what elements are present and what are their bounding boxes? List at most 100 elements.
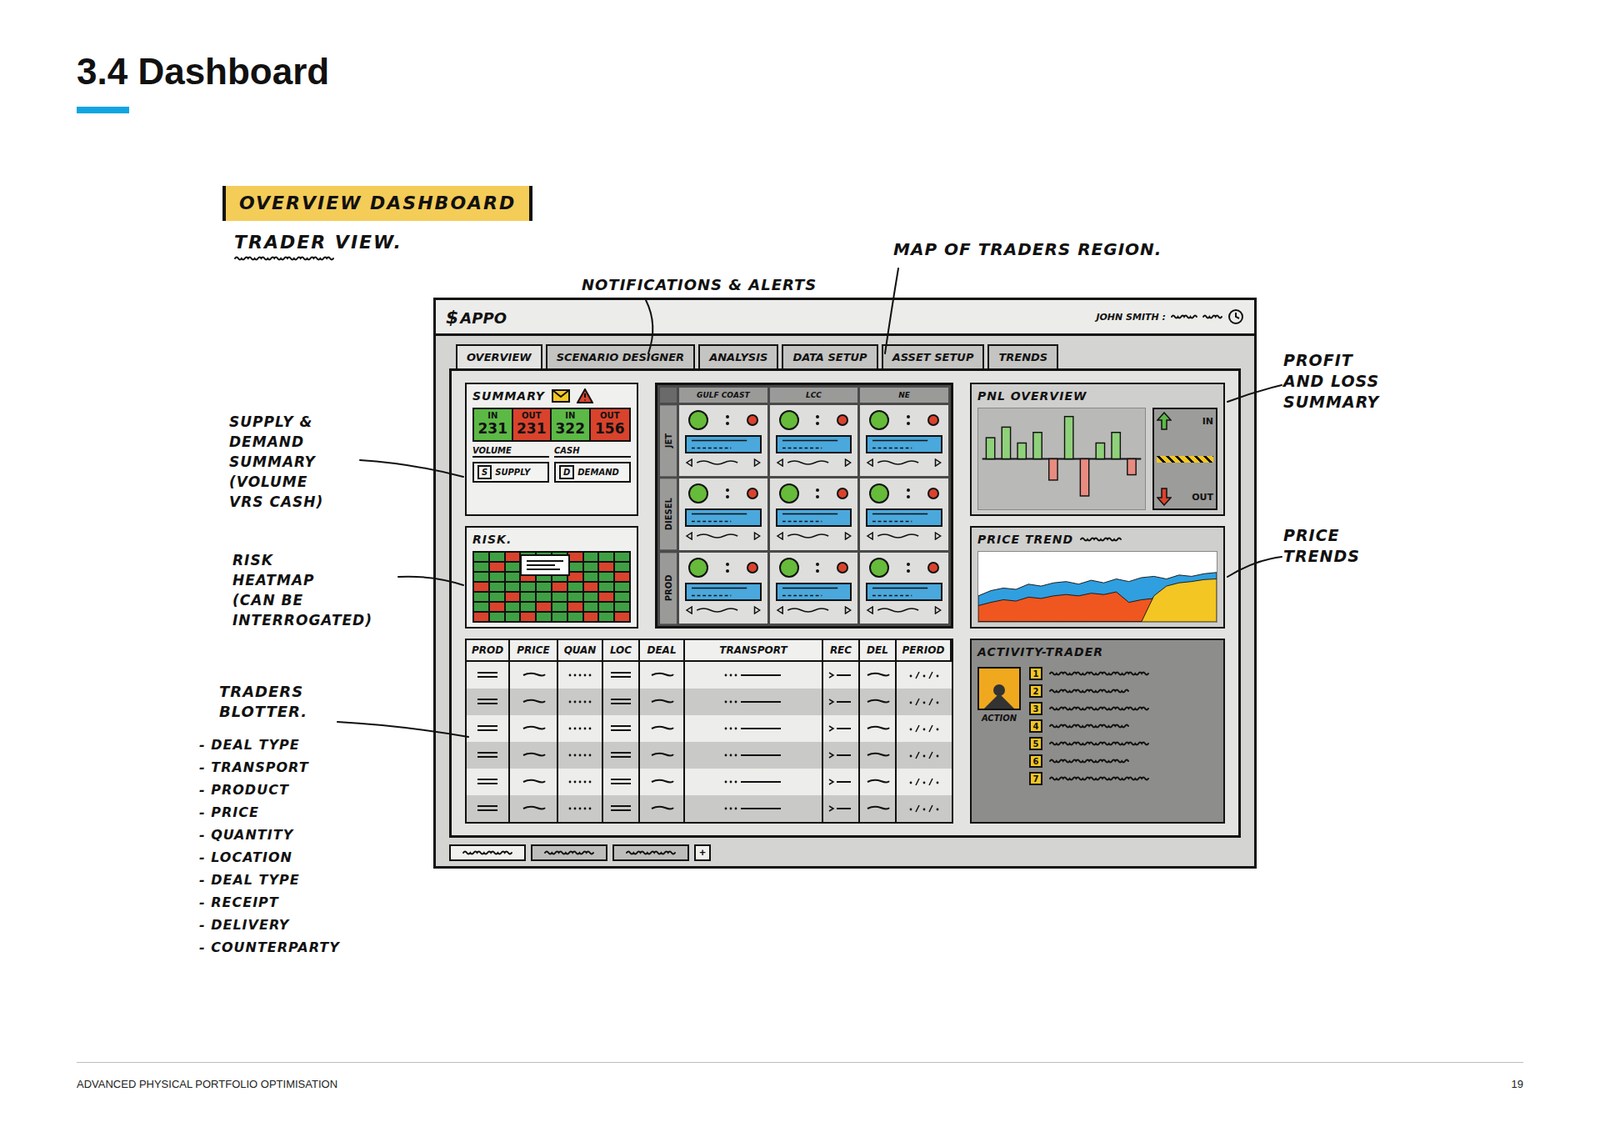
heatmap-cell[interactable] [615,592,630,601]
heatmap-cell[interactable] [536,582,551,591]
heatmap-cell[interactable] [505,592,520,601]
blotter-cell[interactable] [603,768,640,795]
blotter-cell[interactable] [466,661,510,689]
activity-item[interactable]: 4 [1029,719,1218,733]
blotter-cell[interactable] [685,688,824,715]
heatmap-cell[interactable] [584,552,599,561]
blotter-cell[interactable] [603,661,640,689]
blotter-cell[interactable] [860,795,897,822]
heatmap-cell[interactable] [584,602,599,611]
blotter-cell[interactable] [640,795,685,822]
blotter-cell[interactable] [510,768,559,795]
activity-item[interactable]: 6 [1029,754,1218,768]
heatmap-cell[interactable] [490,552,505,561]
heatmap-cell[interactable] [505,612,520,621]
heatmap-cell[interactable] [520,612,535,621]
heatmap-cell[interactable] [584,582,599,591]
blotter-cell[interactable] [466,715,510,742]
nav-tab[interactable]: SCENARIO DESIGNER [545,344,695,369]
alert-icon[interactable] [576,388,594,404]
pnl-bar[interactable] [985,437,995,459]
app-logo[interactable]: $APPO [445,306,507,328]
workspace-tab[interactable] [449,844,526,861]
blotter-column-header[interactable]: DEAL [640,640,685,662]
heatmap-cell[interactable] [615,602,630,611]
map-cell[interactable] [770,478,859,550]
heatmap-cell[interactable] [520,582,535,591]
measure-label[interactable]: VOLUME [472,445,550,458]
add-tab-button[interactable]: + [694,844,711,861]
blotter-cell[interactable] [896,741,952,769]
price-series-area[interactable] [978,572,1217,622]
price-series-area[interactable] [978,579,1217,622]
blotter-cell[interactable] [466,795,510,822]
pnl-bar[interactable] [1111,432,1120,460]
blotter-cell[interactable] [896,688,952,715]
blotter-column-header[interactable]: QUAN [558,640,604,662]
summary-tile[interactable]: OUT231 [513,409,553,440]
blotter-cell[interactable] [860,768,897,795]
map-cell[interactable] [679,552,768,624]
blotter-column-header[interactable]: DEL [860,640,897,662]
activity-item[interactable]: 7 [1029,771,1218,785]
heatmap-cell[interactable] [505,602,520,611]
heatmap-cell[interactable] [505,562,520,571]
activity-item[interactable]: 1 [1029,666,1218,680]
summary-tile[interactable]: OUT156 [590,409,630,440]
blotter-cell[interactable] [896,768,952,795]
heatmap-cell[interactable] [505,552,520,561]
blotter-column-header[interactable]: TRANSPORT [685,640,824,662]
heatmap-cell[interactable] [568,602,583,611]
heatmap-cell[interactable] [536,592,551,601]
heatmap-cell[interactable] [474,562,489,571]
blotter-column-header[interactable]: PRICE [510,640,559,662]
heatmap-cell[interactable] [505,582,520,591]
blotter-cell[interactable] [603,715,640,742]
heatmap-cell[interactable] [584,592,599,601]
legend-item[interactable]: SSUPPLY [472,461,550,483]
blotter-cell[interactable] [640,741,685,769]
heatmap-cell[interactable] [615,572,630,581]
heatmap-cell[interactable] [568,612,583,621]
blotter-column-header[interactable]: PERIOD [896,640,952,662]
workspace-tab[interactable] [530,844,608,861]
blotter-cell[interactable] [603,795,640,822]
blotter-column-header[interactable]: REC [823,640,860,662]
heatmap-cell[interactable] [599,552,614,561]
pnl-bar[interactable] [1127,459,1136,475]
heatmap-cell[interactable] [536,602,551,611]
blotter-cell[interactable] [860,688,897,715]
blotter-cell[interactable] [466,741,510,769]
nav-tab[interactable]: ASSET SETUP [881,344,985,369]
pnl-bar[interactable] [1065,416,1074,460]
blotter-cell[interactable] [896,795,952,822]
nav-tab[interactable]: OVERVIEW [455,344,543,369]
pnl-bar[interactable] [1033,432,1042,460]
blotter-cell[interactable] [823,768,860,795]
blotter-cell[interactable] [823,661,860,689]
heatmap-cell[interactable] [490,562,505,571]
heatmap-cell[interactable] [490,582,505,591]
blotter-cell[interactable] [860,741,897,769]
heatmap-cell[interactable] [599,572,614,581]
blotter-cell[interactable] [640,715,685,742]
blotter-cell[interactable] [685,795,824,822]
blotter-cell[interactable] [896,661,952,689]
heatmap-cell[interactable] [599,592,614,601]
blotter-cell[interactable] [685,741,824,769]
workspace-tab[interactable] [612,844,690,861]
map-cell[interactable] [679,405,768,476]
heatmap-cell[interactable] [615,612,630,621]
heatmap-cell[interactable] [615,582,630,591]
blotter-cell[interactable] [510,795,559,822]
pnl-bar[interactable] [1080,459,1089,496]
blotter-cell[interactable] [558,715,604,742]
heatmap-cell[interactable] [490,572,505,581]
heatmap-cell[interactable] [474,572,489,581]
blotter-cell[interactable] [558,768,604,795]
heatmap-cell[interactable] [599,582,614,591]
summary-tile[interactable]: IN231 [474,409,514,440]
heatmap-cell[interactable] [568,582,583,591]
blotter-cell[interactable] [510,741,559,769]
blotter-cell[interactable] [640,688,685,715]
